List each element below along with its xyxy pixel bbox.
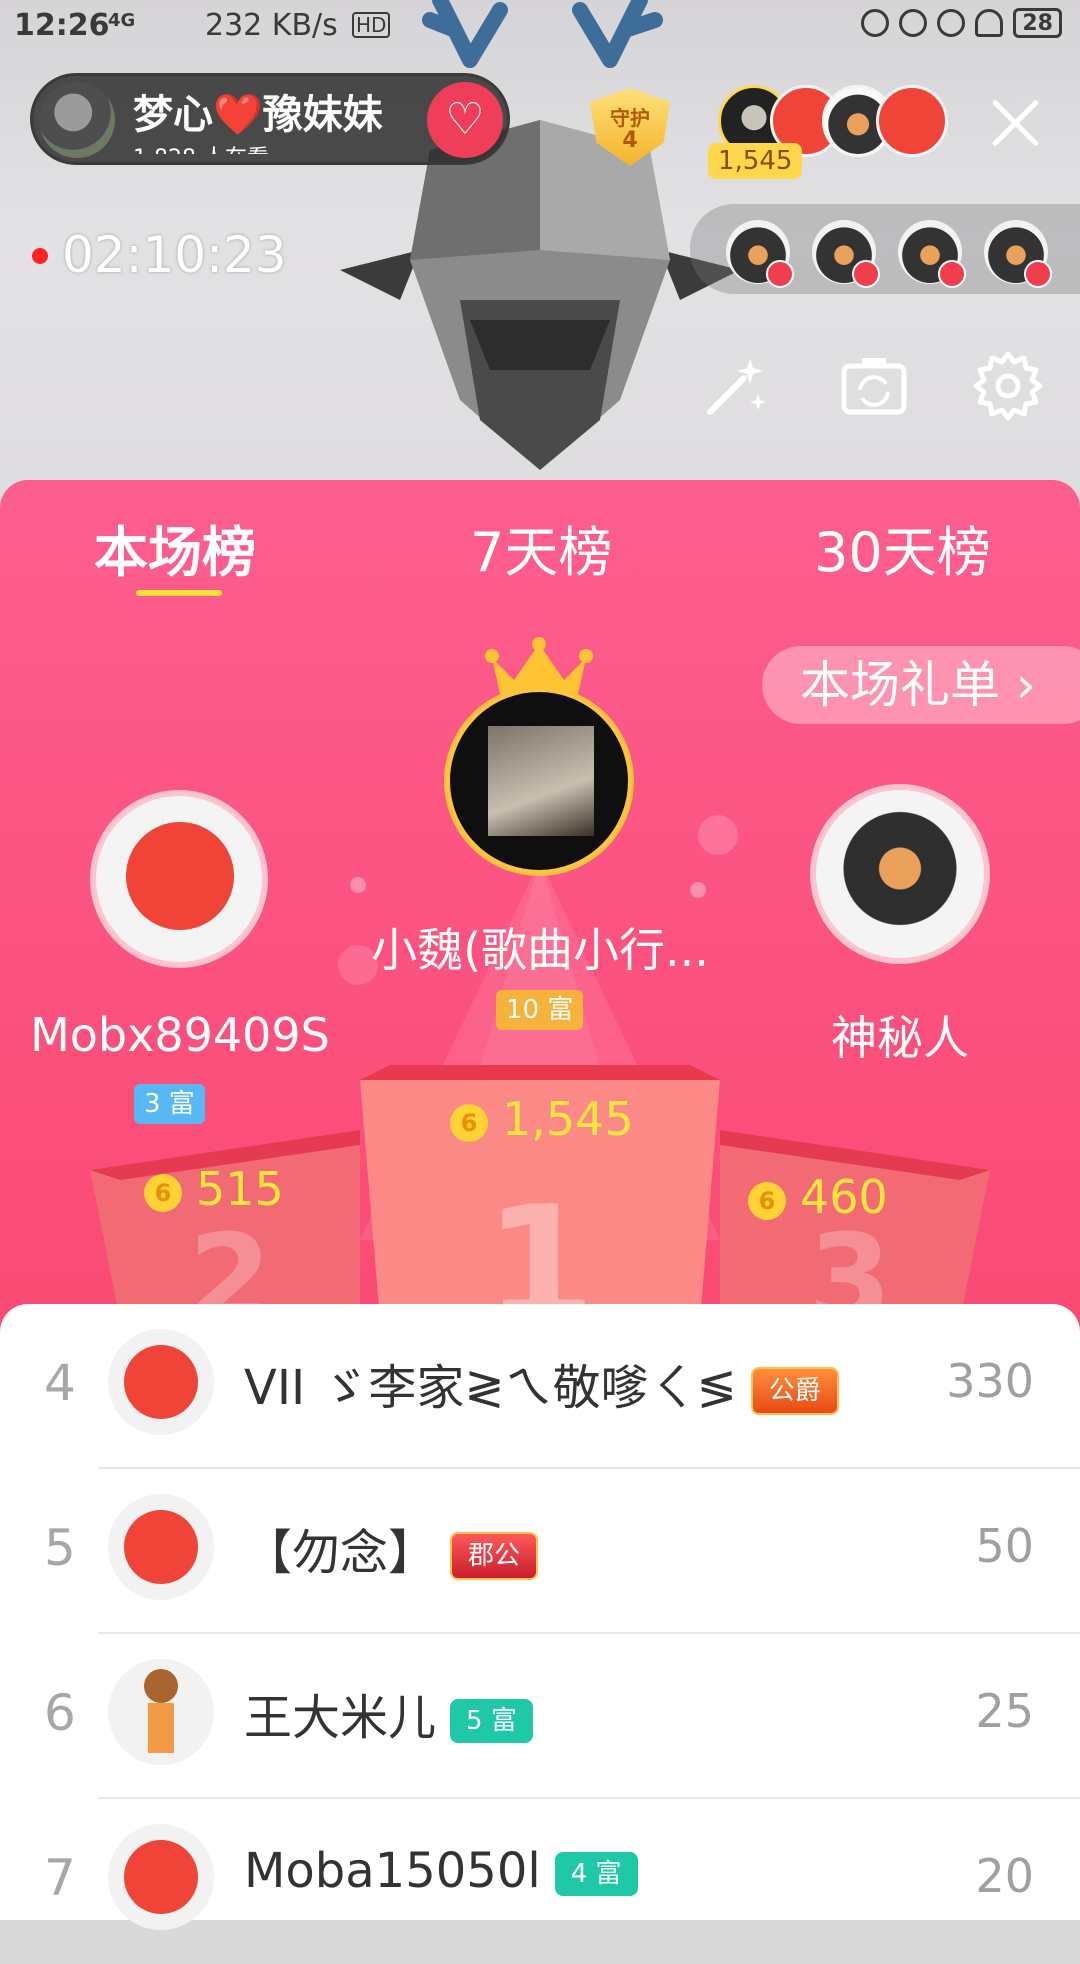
list-item[interactable]: 7 Moba15050l 4 富 20 [0,1799,1080,1964]
guard-seat-avatar[interactable] [726,220,794,288]
user-name-text: 王大米儿 [244,1690,437,1746]
host-avatar[interactable] [39,82,115,158]
guard-label: 守护 [610,106,650,130]
rank1-wealth-level: 10 富 [496,990,584,1030]
noble-title-badge: 公爵 [750,1367,839,1415]
list-item[interactable]: 6 王大米儿 5 富 25 [0,1634,1080,1799]
guard-badge[interactable]: 守护 4 [585,82,675,168]
live-timer: 02:10:23 [62,226,287,284]
contribution-value: 20 [975,1849,1034,1903]
user-avatar[interactable] [108,1824,214,1930]
user-name-text: VII ゞ李家≷ㄟ敬嗲ㄑ≶ [244,1360,737,1416]
live-recording-dot [32,248,48,264]
hd-indicator: HD [352,12,391,38]
status-time: 12:26 [14,8,110,43]
rank-number: 6 [44,1684,76,1742]
rank1-coins: 6 1,545 [450,1092,634,1146]
rotation-lock-icon [899,9,928,37]
host-info-pill[interactable]: 梦心❤️豫妹妹 1,828 人在看 ♡ [30,73,510,165]
rank1-name[interactable]: 小魏(歌曲小行... [330,914,750,980]
mystery-person-icon [840,810,960,940]
rank1-avatar-photo [488,726,594,836]
rank-number: 4 [44,1354,76,1412]
sofa-seat-icon [1024,260,1052,288]
wealth-level-badge: 5 富 [450,1699,533,1743]
sofa-seat-icon [852,260,880,288]
user-name: 王大米儿 5 富 [244,1678,533,1748]
guard-count: 4 [622,128,638,153]
rank3-name[interactable]: 神秘人 [770,1002,1030,1068]
user-avatar[interactable] [108,1329,214,1435]
list-item[interactable]: 5 【勿念】 郡公 50 [0,1469,1080,1634]
rank-number: 5 [44,1519,76,1577]
rank3-avatar[interactable] [810,784,990,964]
viewer-count: 1,828 人在看 [133,140,269,154]
user-name-text: Moba15050l [244,1843,541,1899]
coin-icon: 6 [144,1173,182,1212]
list-item[interactable]: 4 VII ゞ李家≷ㄟ敬嗲ㄑ≶ 公爵 330 [0,1304,1080,1469]
ranking-list: 4 VII ゞ李家≷ㄟ敬嗲ㄑ≶ 公爵 330 5 【勿念】 郡公 50 6 王大米儿… [0,1304,1080,1930]
coin-icon: 6 [450,1103,488,1142]
sofa-seat-icon [938,260,966,288]
rank2-name[interactable]: Mobx89409S [0,1008,360,1062]
guard-seat-avatar[interactable] [812,220,880,288]
host-name: 梦心❤️豫妹妹 [133,92,383,138]
rank1-avatar[interactable] [444,686,634,876]
sofa-seat-icon [766,260,794,288]
doll-body [148,1703,174,1753]
rank1-coin-value: 1,545 [502,1092,634,1146]
rank2-coins: 6 515 [144,1162,284,1216]
user-name: Moba15050l 4 富 [244,1843,638,1899]
coin-icon: 6 [748,1181,786,1220]
rank3-coins: 6 460 [748,1170,888,1224]
camera-flip-icon[interactable] [838,350,910,422]
follow-heart-button[interactable]: ♡ [427,82,503,158]
guard-seat-avatar[interactable] [898,220,966,288]
guard-seats-strip [690,204,1080,294]
wealth-level-badge: 4 富 [554,1852,638,1896]
headphone-icon [975,9,1004,37]
top-viewer-avatar[interactable] [876,85,948,157]
rank3-coin-value: 460 [800,1170,888,1224]
rank2-coin-value: 515 [196,1162,284,1216]
alarm-icon [937,9,966,37]
network-type: 4G [108,10,136,31]
user-name: 【勿念】 郡公 [244,1513,539,1583]
user-name: VII ゞ李家≷ㄟ敬嗲ㄑ≶ 公爵 [244,1348,839,1418]
user-name-text: 【勿念】 [244,1525,437,1581]
guard-seat-avatar[interactable] [984,220,1052,288]
user-avatar[interactable] [108,1494,214,1600]
heart-plus-icon: ♡ [445,94,485,145]
network-speed: 232 KB/s [205,8,338,43]
noble-title-badge: 郡公 [450,1532,539,1580]
battery-indicator: 28 [1013,8,1062,38]
contribution-value: 25 [975,1684,1034,1738]
smiley-avatar-icon [126,822,234,930]
settings-gear-icon[interactable] [972,350,1044,422]
contribution-value: 50 [975,1519,1034,1573]
close-icon[interactable] [984,92,1046,154]
rank2-avatar[interactable] [90,790,268,968]
top-viewer-coins: 1,545 [708,143,803,179]
contribution-value: 330 [946,1354,1034,1408]
rank-number: 7 [44,1849,76,1907]
beauty-wand-icon[interactable] [700,350,772,422]
doll-avatar-icon [144,1669,178,1703]
mute-bell-icon [861,9,890,37]
rank2-wealth-level: 3 富 [134,1084,205,1124]
user-avatar[interactable] [108,1659,214,1765]
status-bar: 12:26 4G 232 KB/s HD 28 [0,0,1080,52]
